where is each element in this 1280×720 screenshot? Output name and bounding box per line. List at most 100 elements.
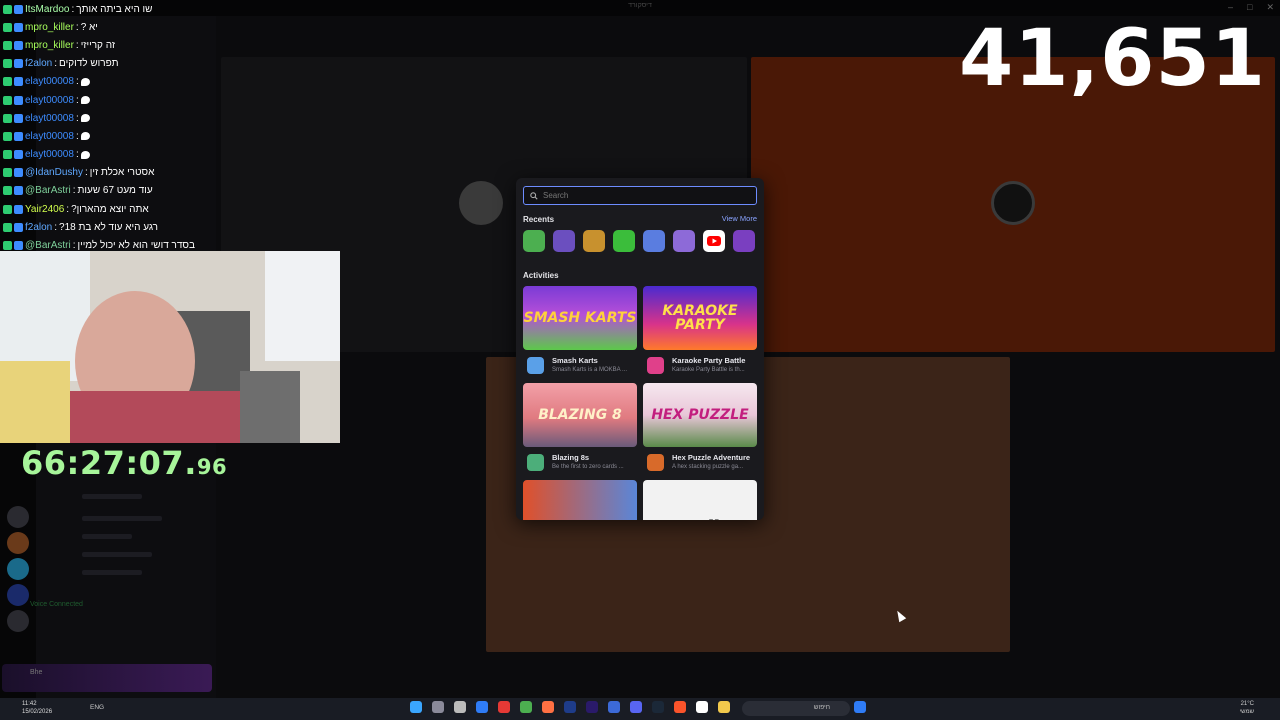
badge-icon [3,59,12,69]
activity-name: Karaoke Party Battle [672,356,746,365]
activity-thumbnail[interactable]: Wordle [643,480,757,520]
channel-item[interactable] [82,516,162,521]
chat-separator: : [75,130,79,142]
chat-separator: : [75,94,79,106]
badge-icon [3,131,12,141]
activity-card[interactable] [523,480,637,520]
badge-icon [14,150,23,160]
youtube-icon[interactable] [703,230,725,252]
chat-message: mpro_killer : יא ? [0,18,216,36]
language-indicator[interactable]: ENG [90,704,104,711]
steam-icon[interactable] [652,701,664,713]
close-icon[interactable]: ✕ [1266,2,1274,13]
app-icon[interactable] [608,701,620,713]
badge-icon [14,204,23,214]
chat-text: זה קרייזי [80,39,116,51]
windows-start-icon[interactable] [854,701,866,713]
game-icon-cards[interactable] [733,230,755,252]
server-icon[interactable] [7,506,29,528]
file-explorer-icon[interactable] [718,701,730,713]
channel-item[interactable] [82,570,142,575]
app-icon[interactable] [498,701,510,713]
chat-message: elayt00008 : [0,91,216,109]
app-icon[interactable] [696,701,708,713]
game-icon-food[interactable] [583,230,605,252]
game-icon-green[interactable] [523,230,545,252]
badge-icon [14,131,23,141]
activity-art-title: HEX PUZZLE [651,407,749,423]
chat-message: Yair2406 : אתה יוצא מהארון? [0,200,216,218]
badge-icon [14,222,23,232]
channel-item[interactable] [82,494,142,499]
search-box[interactable] [523,186,757,205]
badge-icon [3,168,12,178]
view-more-link[interactable]: View More [722,214,757,223]
badge-icon [14,113,23,123]
badge-icon [3,22,12,32]
taskbar-clock[interactable]: 11:42 15/02/2026 [22,700,52,716]
minimize-icon[interactable]: – [1228,2,1233,13]
app-icon[interactable] [520,701,532,713]
taskbar-search[interactable]: חיפוש [742,701,850,716]
activity-card[interactable]: BLAZING 8 Blazing 8s Be the first to zero … [523,383,637,475]
user-panel[interactable]: Bhe [2,664,212,692]
chat-separator: : [72,185,76,197]
app-icon[interactable] [564,701,576,713]
game-icon-blocks[interactable] [613,230,635,252]
recents-label: Recents [523,215,555,224]
game-icon-star[interactable] [673,230,695,252]
timer-ms: 96 [196,455,228,479]
activity-art-title: SMASH KARTS [523,310,637,326]
activity-meta: Karaoke Party Battle Karaoke Party Battle… [643,350,757,378]
chat-message: elayt00008 : [0,146,216,164]
activity-thumbnail[interactable]: HEX PUZZLE [643,383,757,447]
activity-thumbnail[interactable]: BLAZING 8 [523,383,637,447]
activity-meta: Smash Karts Smash Karts is a MOKBA ... [523,350,637,378]
activity-thumbnail[interactable]: SMASH KARTS [523,286,637,350]
timer-main: 66:27:07. [21,444,197,482]
maximize-icon[interactable]: □ [1247,2,1252,13]
chat-message: f2alon : רגע היא עוד לא בת 18? [0,218,216,236]
chat-username: @BarAstri [25,185,71,197]
weather-widget[interactable]: 21°C שמשי [1240,700,1254,716]
chat-message: @BarAstri : עוד מעט 67 שעות [0,182,216,200]
app-icon[interactable] [542,701,554,713]
activity-icon [647,357,664,374]
chat-message: f2alon : תפרוש לדוקים [0,55,216,73]
app-icon[interactable] [454,701,466,713]
channel-item[interactable] [82,534,132,539]
app-icon[interactable] [432,701,444,713]
server-icon[interactable] [7,558,29,580]
server-icon[interactable] [7,532,29,554]
chat-separator: : [84,167,88,179]
app-icon[interactable] [410,701,422,713]
server-icon[interactable] [7,610,29,632]
app-icon[interactable] [586,701,598,713]
channel-item[interactable] [82,552,152,557]
badge-icon [14,95,23,105]
activity-thumbnail[interactable] [523,480,637,520]
activity-thumbnail[interactable]: KARAOKE PARTY [643,286,757,350]
chat-text: יא ? [80,21,98,33]
activity-card[interactable]: KARAOKE PARTY Karaoke Party Battle Karaoke… [643,286,757,378]
activity-card[interactable]: HEX PUZZLE Hex Puzzle Adventure A hex stac… [643,383,757,475]
activity-description: Be the first to zero cards ... [552,464,624,470]
activity-art-title: BLAZING 8 [538,407,622,423]
chat-text: אתה יוצא מהארון? [71,203,149,215]
chat-message: mpro_killer : זה קרייזי [0,36,216,54]
user-name: Bhe [30,669,43,676]
game-icon-purple[interactable] [553,230,575,252]
server-icon[interactable] [7,584,29,606]
discord-icon[interactable] [630,701,642,713]
activity-card[interactable]: Wordle [643,480,757,520]
activity-card[interactable]: SMASH KARTS Smash Karts Smash Karts is a M… [523,286,637,378]
activity-name: Blazing 8s [552,453,590,462]
activity-meta: Hex Puzzle Adventure A hex stacking puzzl… [643,447,757,475]
app-icon[interactable] [476,701,488,713]
search-input[interactable] [543,191,743,200]
activities-label: Activities [523,271,559,280]
badge-icon [14,186,23,196]
brave-icon[interactable] [674,701,686,713]
game-icon-rocket[interactable] [643,230,665,252]
badge-icon [3,77,12,87]
